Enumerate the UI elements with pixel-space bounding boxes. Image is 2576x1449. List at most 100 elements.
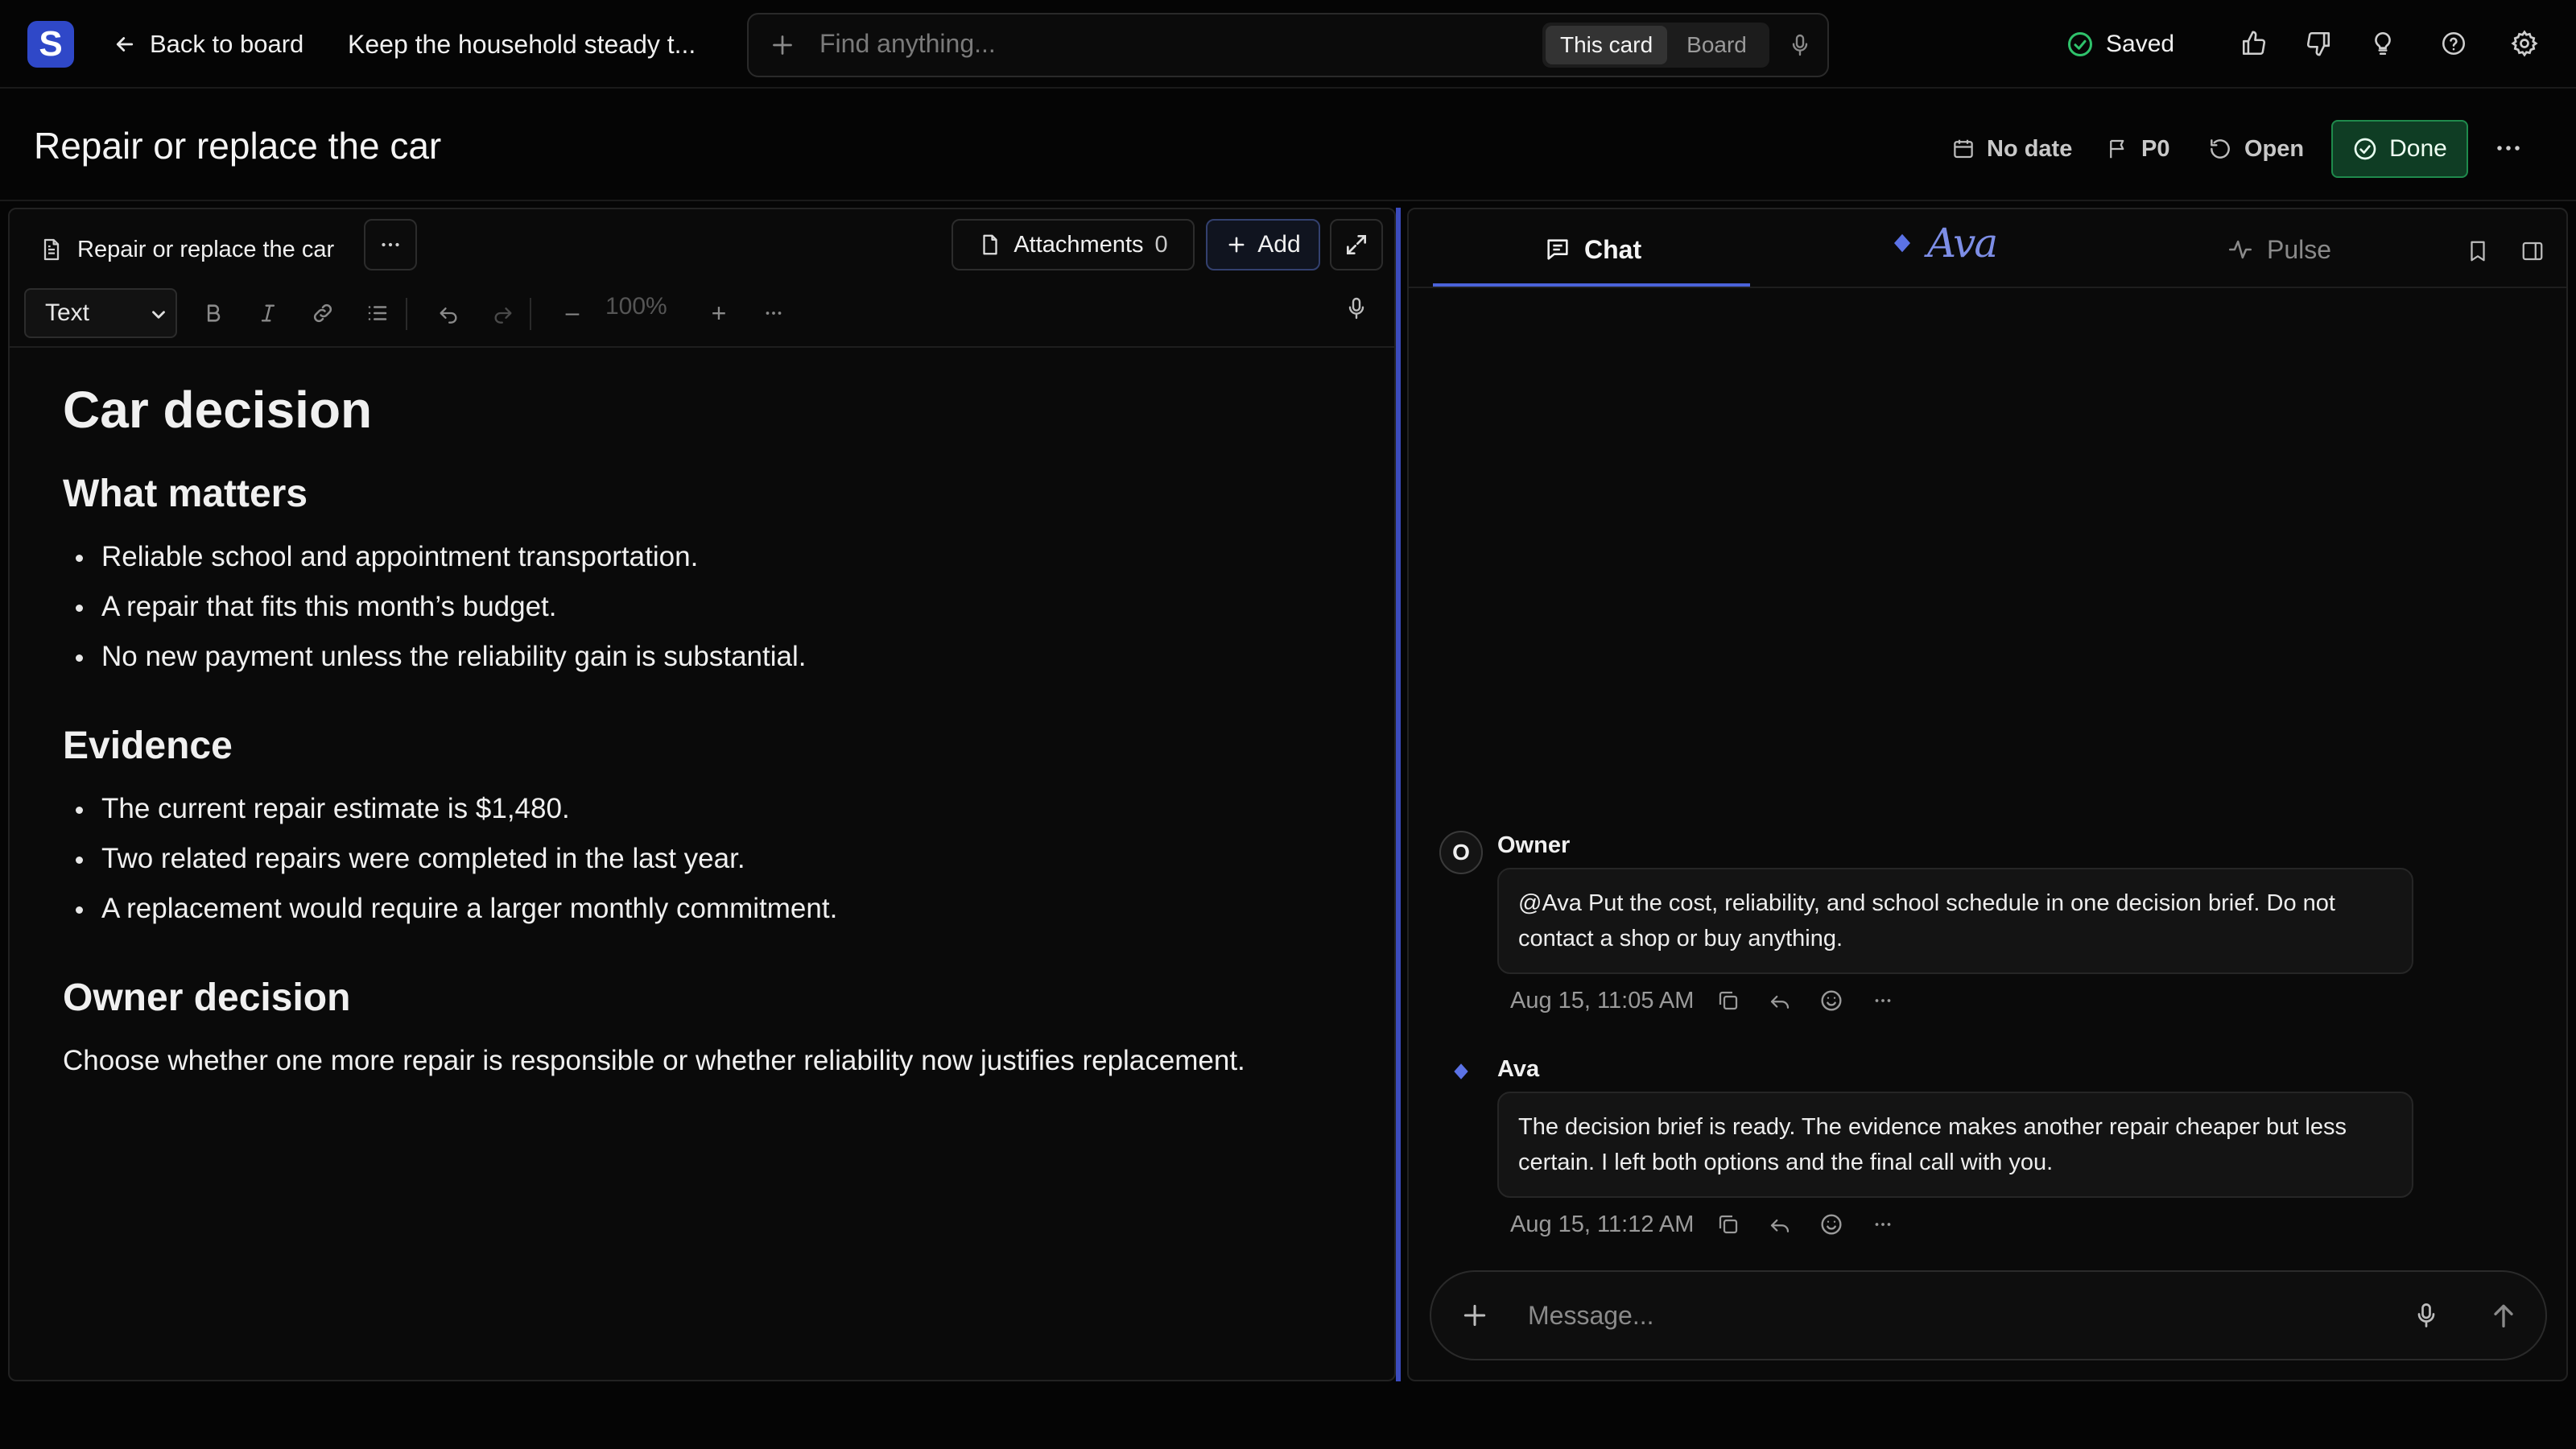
bold-icon[interactable]	[195, 295, 232, 332]
settings-gear-icon[interactable]	[2507, 26, 2542, 61]
bullet-list-icon[interactable]	[359, 295, 396, 332]
plus-icon[interactable]	[768, 31, 797, 60]
document-tab[interactable]: Repair or replace the car	[39, 227, 334, 272]
block-format-select[interactable]: Text	[24, 288, 177, 338]
copy-icon[interactable]	[1711, 984, 1745, 1018]
attachments-button[interactable]: Attachments 0	[952, 219, 1195, 270]
back-to-board-label: Back to board	[150, 30, 304, 58]
sidebar-toggle-icon[interactable]	[2515, 233, 2550, 269]
card-title[interactable]: Repair or replace the car	[34, 124, 441, 167]
more-options-icon[interactable]	[1866, 984, 1900, 1018]
microphone-icon[interactable]	[2412, 1301, 2441, 1330]
message-timestamp: Aug 15, 11:12 AM	[1510, 1211, 1695, 1237]
search-input[interactable]: Find anything...	[819, 29, 996, 59]
title-divider	[0, 200, 2576, 201]
undo-icon[interactable]	[430, 295, 467, 332]
chevron-down-icon	[148, 304, 169, 325]
bookmark-icon[interactable]	[2460, 233, 2496, 269]
add-attachment-icon[interactable]	[1459, 1299, 1491, 1331]
more-options-icon	[377, 231, 404, 258]
priority-button[interactable]: P0	[2106, 129, 2169, 169]
message-author: Owner	[1497, 832, 1571, 858]
due-date-button[interactable]: No date	[1951, 129, 2072, 169]
microphone-icon[interactable]	[1787, 32, 1813, 58]
document-body[interactable]: Car decision What matters Reliable schoo…	[63, 380, 1367, 1086]
message-square-icon	[1544, 236, 1571, 263]
tab-ava-label: Ava	[1927, 220, 1998, 266]
link-icon[interactable]	[304, 295, 341, 332]
scope-this-card[interactable]: This card	[1546, 26, 1668, 64]
due-date-label: No date	[1987, 135, 2073, 162]
section-heading: Evidence	[63, 724, 233, 767]
help-icon[interactable]	[2436, 26, 2471, 61]
back-to-board-button[interactable]: Back to board	[113, 24, 303, 64]
done-label: Done	[2389, 135, 2447, 162]
more-options-icon[interactable]	[755, 295, 792, 332]
check-circle-icon	[2066, 30, 2095, 59]
add-reaction-icon[interactable]	[1814, 984, 1848, 1018]
message-meta: Aug 15, 11:12 AM	[1510, 1206, 1900, 1243]
app-logo[interactable]: S	[27, 21, 74, 68]
editor-panel: Repair or replace the car Attachments 0 …	[8, 208, 1396, 1381]
tab-chat-label: Chat	[1584, 234, 1642, 264]
section-heading: What matters	[63, 473, 308, 515]
add-attachment-button[interactable]: Add	[1206, 219, 1320, 270]
send-arrow-icon[interactable]	[2487, 1299, 2520, 1331]
document-tab-label: Repair or replace the car	[77, 236, 335, 262]
document-options-button[interactable]	[364, 219, 417, 270]
flag-icon	[2106, 137, 2130, 161]
list-item: A repair that fits this month’s budget.	[63, 582, 1367, 632]
list-item: A replacement would require a larger mon…	[63, 884, 1367, 934]
done-button[interactable]: Done	[2331, 120, 2468, 178]
attachments-count: 0	[1154, 231, 1168, 258]
panel-resize-handle[interactable]	[1396, 208, 1401, 1381]
status-label: Open	[2244, 135, 2305, 162]
message-input[interactable]: Message...	[1528, 1301, 1654, 1331]
list-item: No new payment unless the reliability ga…	[63, 632, 1367, 682]
zoom-in-button[interactable]: +	[700, 295, 737, 332]
ava-avatar-icon	[1451, 1061, 1472, 1082]
list-item: The current repair estimate is $1,480.	[63, 784, 1367, 834]
toolbar-divider	[10, 346, 1394, 348]
dictation-microphone-icon[interactable]	[1338, 290, 1375, 327]
more-options-icon[interactable]	[1866, 1208, 1900, 1241]
search-bar[interactable]: Find anything... This card Board	[747, 13, 1829, 77]
expand-icon	[1344, 232, 1369, 258]
thumbs-down-icon[interactable]	[2301, 26, 2336, 61]
section-heading: Owner decision	[63, 976, 351, 1019]
tabs-divider	[1409, 287, 2566, 288]
thumbs-up-icon[interactable]	[2236, 26, 2272, 61]
add-label: Add	[1257, 231, 1301, 258]
tab-pulse[interactable]: Pulse	[2227, 225, 2331, 274]
reply-icon[interactable]	[1763, 1208, 1797, 1241]
priority-label: P0	[2141, 135, 2170, 162]
copy-icon[interactable]	[1711, 1208, 1745, 1241]
redo-icon[interactable]	[485, 295, 522, 332]
document-title: Car decision	[63, 381, 373, 439]
status-button[interactable]: Open	[2207, 129, 2304, 169]
lightbulb-icon[interactable]	[2365, 26, 2401, 61]
breadcrumb[interactable]: Keep the household steady t...	[348, 24, 696, 64]
search-scope-toggle[interactable]: This card Board	[1542, 23, 1769, 68]
toolbar-divider	[406, 298, 407, 330]
message-author: Ava	[1497, 1056, 1540, 1082]
add-reaction-icon[interactable]	[1814, 1208, 1848, 1241]
arrow-left-icon	[113, 32, 137, 56]
expand-button[interactable]	[1330, 219, 1383, 270]
activity-icon	[2227, 236, 2254, 263]
reply-icon[interactable]	[1763, 984, 1797, 1018]
italic-icon[interactable]	[250, 295, 287, 332]
paragraph: Choose whether one more repair is respon…	[63, 1045, 1245, 1076]
scope-board[interactable]: Board	[1672, 26, 1761, 64]
message-bubble: @Ava Put the cost, reliability, and scho…	[1497, 868, 2413, 974]
list-item: Two related repairs were completed in th…	[63, 834, 1367, 884]
tab-ava[interactable]: Ava	[1890, 219, 1998, 267]
message-timestamp: Aug 15, 11:05 AM	[1510, 987, 1695, 1013]
more-options-icon[interactable]	[2491, 130, 2526, 166]
avatar: O	[1439, 831, 1483, 874]
chat-panel: Chat Ava Pulse O Owner @Ava Put the cost…	[1407, 208, 2568, 1381]
zoom-out-button[interactable]: –	[554, 295, 591, 332]
document-icon	[39, 237, 64, 262]
tab-chat[interactable]: Chat	[1544, 225, 1641, 274]
zoom-level: 100%	[605, 293, 667, 320]
